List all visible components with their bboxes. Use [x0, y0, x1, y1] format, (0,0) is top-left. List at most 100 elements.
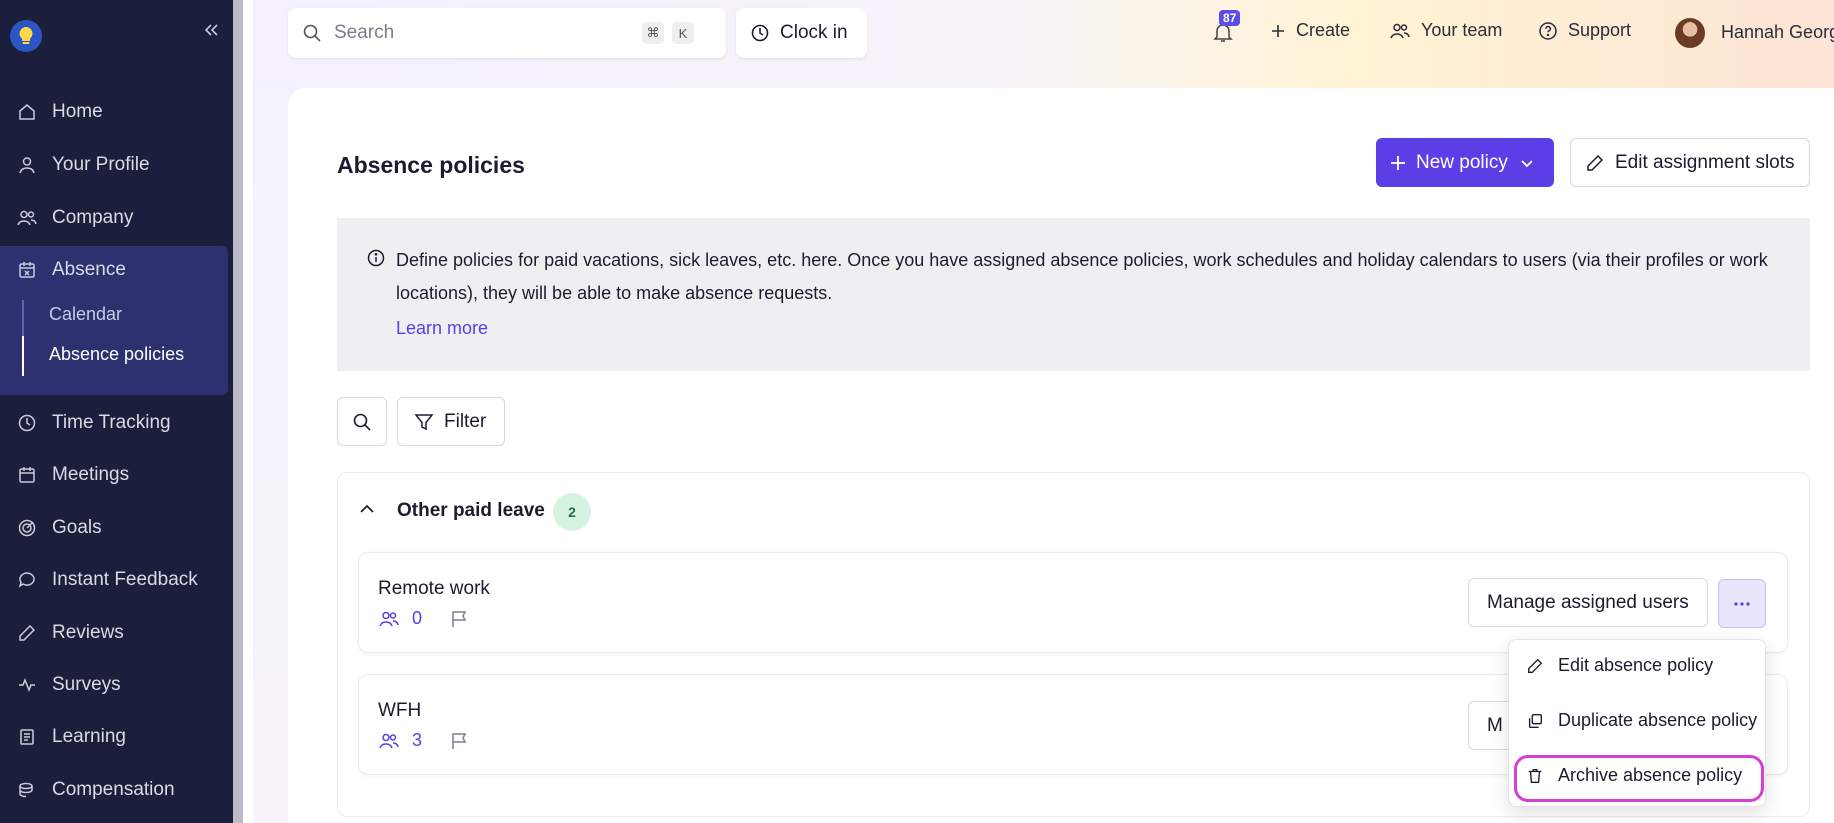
- policy-name: Remote work: [378, 578, 490, 599]
- edit-assignment-slots-button[interactable]: Edit assignment slots: [1570, 138, 1810, 187]
- policy-assigned-users[interactable]: 3: [378, 730, 422, 751]
- book-icon: [16, 726, 38, 748]
- sidebar-item-label: Instant Feedback: [52, 569, 198, 590]
- edit-slots-label: Edit assignment slots: [1615, 151, 1795, 173]
- sidebar-item-goals[interactable]: Goals: [0, 506, 233, 550]
- app-logo[interactable]: [10, 20, 42, 52]
- users-icon: [378, 731, 400, 751]
- new-policy-button[interactable]: New policy: [1376, 138, 1554, 187]
- filter-button[interactable]: Filter: [397, 397, 505, 446]
- users-icon: [1389, 21, 1411, 41]
- sidebar-item-label: Your Profile: [52, 154, 150, 175]
- highlight-ring: [1514, 755, 1764, 802]
- sidebar-item-meetings[interactable]: Meetings: [0, 453, 233, 497]
- clock-icon: [16, 412, 38, 434]
- sidebar-subitem-calendar[interactable]: Calendar: [49, 304, 122, 325]
- sidebar-item-label: Absence: [52, 259, 126, 280]
- copy-icon: [1526, 712, 1546, 730]
- sidebar-item-label: Company: [52, 207, 134, 228]
- filter-label: Filter: [444, 410, 487, 432]
- sidebar: Home Your Profile Company Absence Calend…: [0, 0, 243, 823]
- ellipsis-icon: [1733, 601, 1751, 607]
- search-icon: [302, 23, 322, 43]
- users-icon: [16, 207, 38, 229]
- page-title: Absence policies: [337, 152, 525, 178]
- sidebar-item-time-tracking[interactable]: Time Tracking: [0, 401, 233, 445]
- flag-icon: [449, 731, 469, 751]
- menu-item-label: Edit absence policy: [1558, 655, 1714, 675]
- learn-more-link[interactable]: Learn more: [396, 318, 488, 339]
- manage-label: M: [1487, 714, 1503, 736]
- sidebar-item-label: Reviews: [52, 622, 124, 643]
- duplicate-absence-policy-menu-item[interactable]: Duplicate absence policy: [1526, 710, 1757, 731]
- search-input[interactable]: [334, 22, 634, 44]
- info-icon: [367, 249, 385, 267]
- pencil-icon: [1526, 657, 1546, 675]
- pulse-icon: [16, 674, 38, 696]
- group-count-badge: 2: [553, 493, 591, 531]
- your-team-label: Your team: [1421, 20, 1503, 40]
- avatar[interactable]: [1675, 18, 1705, 48]
- users-count: 0: [412, 608, 423, 628]
- chat-icon: [16, 569, 38, 591]
- sidebar-item-absence[interactable]: Absence: [0, 248, 233, 292]
- policy-name: WFH: [378, 700, 422, 721]
- sidebar-item-surveys[interactable]: Surveys: [0, 663, 233, 707]
- sidebar-item-company[interactable]: Company: [0, 196, 233, 240]
- flag-icon: [449, 609, 469, 629]
- chevron-up-icon[interactable]: [358, 500, 376, 518]
- manage-label: Manage assigned users: [1487, 591, 1689, 613]
- new-policy-label: New policy: [1416, 151, 1508, 173]
- sidebar-item-label: Goals: [52, 517, 102, 538]
- sidebar-item-learning[interactable]: Learning: [0, 715, 233, 759]
- user-icon: [16, 154, 38, 176]
- pencil-icon: [16, 622, 38, 644]
- users-icon: [378, 609, 400, 629]
- sidebar-item-instant-feedback[interactable]: Instant Feedback: [0, 558, 233, 602]
- sidebar-item-label: Meetings: [52, 464, 130, 485]
- group-title: Other paid leave: [397, 500, 545, 521]
- clock-in-label: Clock in: [780, 22, 848, 43]
- sidebar-item-profile[interactable]: Your Profile: [0, 143, 233, 187]
- users-count: 3: [412, 730, 423, 750]
- plus-icon: [1270, 23, 1286, 39]
- sidebar-item-label: Compensation: [52, 779, 175, 800]
- create-button[interactable]: Create: [1270, 20, 1350, 41]
- sidebar-item-label: Surveys: [52, 674, 121, 695]
- shortcut-cmd-key: ⌘: [642, 22, 664, 44]
- create-label: Create: [1296, 20, 1351, 40]
- filter-icon: [414, 412, 434, 432]
- your-team-button[interactable]: Your team: [1389, 20, 1502, 41]
- calendar-icon: [16, 464, 38, 486]
- search-icon: [352, 412, 372, 432]
- manage-assigned-users-button[interactable]: Manage assigned users: [1468, 578, 1708, 627]
- target-icon: [16, 517, 38, 539]
- calendar-x-icon: [16, 259, 38, 281]
- menu-item-label: Duplicate absence policy: [1558, 710, 1758, 730]
- plus-icon: [1390, 155, 1406, 171]
- notification-count-badge: 87: [1219, 10, 1241, 26]
- home-icon: [16, 101, 38, 123]
- shortcut-k-key: K: [672, 22, 694, 44]
- collapse-sidebar-button[interactable]: [203, 22, 219, 38]
- policy-assigned-users[interactable]: 0: [378, 608, 422, 629]
- help-circle-icon: [1538, 21, 1558, 41]
- sidebar-item-label: Learning: [52, 726, 126, 747]
- sidebar-subitem-absence-policies[interactable]: Absence policies: [49, 344, 184, 365]
- more-options-button[interactable]: [1718, 579, 1766, 628]
- clock-icon: [750, 23, 770, 43]
- submenu-active-indicator: [22, 336, 24, 376]
- sidebar-item-compensation[interactable]: Compensation: [0, 768, 233, 812]
- sidebar-item-home[interactable]: Home: [0, 90, 233, 134]
- sidebar-item-label: Home: [52, 101, 103, 122]
- user-name[interactable]: Hannah Georg: [1721, 22, 1834, 43]
- info-text: Define policies for paid vacations, sick…: [396, 250, 1768, 303]
- search-policies-button[interactable]: [337, 397, 387, 446]
- global-search[interactable]: ⌘ K: [288, 8, 726, 58]
- pencil-icon: [1585, 153, 1605, 173]
- edit-absence-policy-menu-item[interactable]: Edit absence policy: [1526, 655, 1713, 676]
- clock-in-button[interactable]: Clock in: [736, 8, 867, 58]
- sidebar-item-label: Time Tracking: [52, 412, 171, 433]
- support-button[interactable]: Support: [1538, 20, 1631, 41]
- sidebar-item-reviews[interactable]: Reviews: [0, 611, 233, 655]
